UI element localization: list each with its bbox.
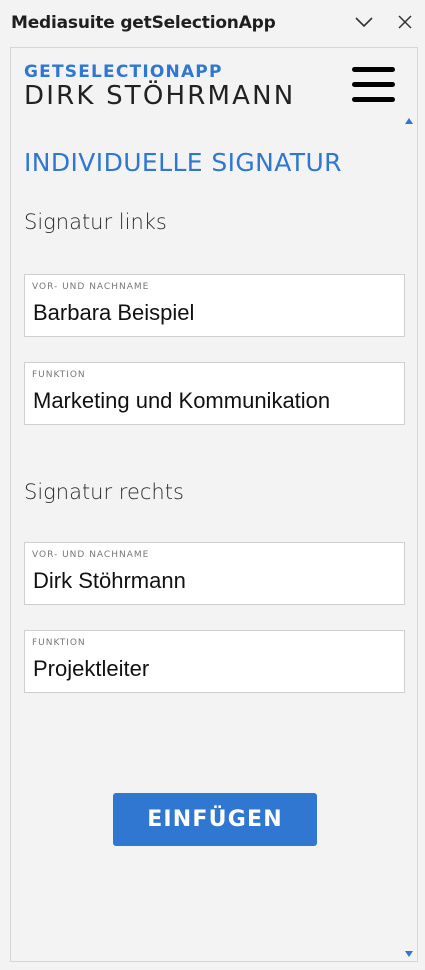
- task-pane: GETSELECTIONAPP DIRK STÖHRMANN INDIVIDUE…: [10, 47, 418, 962]
- right-function-input[interactable]: [33, 653, 393, 685]
- chevron-down-icon[interactable]: [352, 10, 376, 34]
- scroll-down-arrow-icon[interactable]: [405, 951, 413, 957]
- right-name-field[interactable]: VOR- UND NACHNAME: [24, 542, 405, 605]
- window-titlebar: Mediasuite getSelectionApp: [0, 0, 425, 46]
- left-function-input[interactable]: [33, 385, 393, 417]
- section-title-left: Signatur links: [24, 210, 167, 234]
- left-name-label: VOR- UND NACHNAME: [32, 282, 150, 292]
- insert-button[interactable]: EINFÜGEN: [113, 793, 317, 846]
- section-title-right: Signatur rechts: [24, 480, 184, 504]
- close-icon[interactable]: [393, 10, 417, 34]
- brand-owner-name: DIRK STÖHRMANN: [24, 81, 296, 111]
- left-name-field[interactable]: VOR- UND NACHNAME: [24, 274, 405, 337]
- left-name-input[interactable]: [33, 297, 393, 329]
- hamburger-menu-icon[interactable]: [352, 67, 396, 105]
- left-function-label: FUNKTION: [32, 370, 86, 380]
- right-name-input[interactable]: [33, 565, 393, 597]
- scroll-up-arrow-icon[interactable]: [405, 118, 413, 124]
- page-title: INDIVIDUELLE SIGNATUR: [24, 148, 342, 177]
- brand-app-name: GETSELECTIONAPP: [24, 62, 223, 82]
- right-name-label: VOR- UND NACHNAME: [32, 550, 150, 560]
- right-function-label: FUNKTION: [32, 638, 86, 648]
- left-function-field[interactable]: FUNKTION: [24, 362, 405, 425]
- window-title: Mediasuite getSelectionApp: [11, 13, 276, 33]
- right-function-field[interactable]: FUNKTION: [24, 630, 405, 693]
